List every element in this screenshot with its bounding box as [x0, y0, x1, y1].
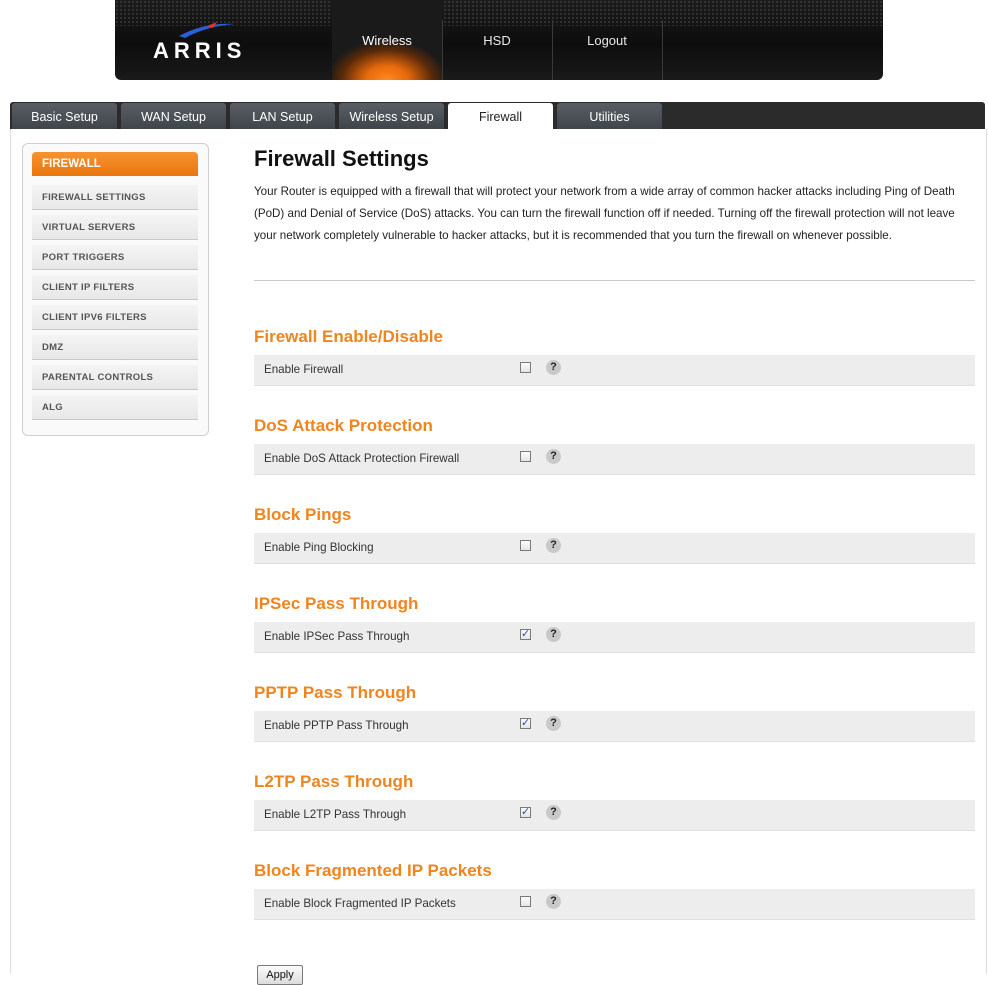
setting-row-fragmented: Enable Block Fragmented IP Packets ?: [254, 889, 975, 920]
section-title-fragmented: Block Fragmented IP Packets: [254, 861, 492, 880]
topnav-logout[interactable]: Logout: [552, 0, 662, 80]
setting-label: Enable Firewall: [264, 363, 344, 376]
setting-label: Enable L2TP Pass Through: [264, 808, 407, 821]
enable-pptp-checkbox[interactable]: [520, 716, 531, 730]
topnav-hsd[interactable]: HSD: [442, 0, 552, 80]
setting-row-ipsec: Enable IPSec Pass Through ?: [254, 622, 975, 653]
setting-row-firewall: Enable Firewall ?: [254, 355, 975, 386]
help-icon[interactable]: ?: [546, 716, 561, 731]
arris-logo: ARRIS: [153, 38, 247, 63]
enable-ping-blocking-checkbox[interactable]: [520, 540, 531, 551]
section-title-firewall: Firewall Enable/Disable: [254, 327, 443, 346]
setting-label: Enable Block Fragmented IP Packets: [264, 897, 456, 910]
enable-l2tp-checkbox[interactable]: [520, 805, 531, 819]
apply-button[interactable]: Apply: [257, 965, 303, 985]
topnav-wireless[interactable]: Wireless: [332, 0, 442, 80]
setting-row-dos: Enable DoS Attack Protection Firewall ?: [254, 444, 975, 475]
setting-label: Enable PPTP Pass Through: [264, 719, 409, 732]
sidebar-item-client-ip-filters[interactable]: CLIENT IP FILTERS: [32, 275, 198, 300]
sidebar: FIREWALL FIREWALL SETTINGS VIRTUAL SERVE…: [22, 143, 209, 436]
enable-firewall-checkbox[interactable]: [520, 362, 531, 373]
tab-lan-setup[interactable]: LAN Setup: [230, 103, 335, 130]
sidebar-item-port-triggers[interactable]: PORT TRIGGERS: [32, 245, 198, 270]
help-icon[interactable]: ?: [546, 449, 561, 464]
tab-basic-setup[interactable]: Basic Setup: [12, 103, 117, 130]
sidebar-header: FIREWALL: [32, 152, 198, 176]
sidebar-item-virtual-servers[interactable]: VIRTUAL SERVERS: [32, 215, 198, 240]
sidebar-item-client-ipv6-filters[interactable]: CLIENT IPV6 FILTERS: [32, 305, 198, 330]
page-title: Firewall Settings: [254, 146, 429, 171]
tab-utilities[interactable]: Utilities: [557, 103, 662, 130]
tab-bar: Basic Setup WAN Setup LAN Setup Wireless…: [10, 102, 985, 131]
arris-swoosh-icon: [179, 22, 235, 38]
help-icon[interactable]: ?: [546, 360, 561, 375]
tab-wireless-setup[interactable]: Wireless Setup: [339, 103, 444, 130]
section-title-pptp: PPTP Pass Through: [254, 683, 417, 702]
help-icon[interactable]: ?: [546, 627, 561, 642]
intro-text: Your Router is equipped with a firewall …: [254, 185, 955, 242]
sidebar-item-parental-controls[interactable]: PARENTAL CONTROLS: [32, 365, 198, 390]
setting-row-pptp: Enable PPTP Pass Through ?: [254, 711, 975, 742]
tab-wan-setup[interactable]: WAN Setup: [121, 103, 226, 130]
enable-block-fragmented-checkbox[interactable]: [520, 896, 531, 907]
section-title-block-pings: Block Pings: [254, 505, 352, 524]
topnav-divider: [662, 20, 663, 80]
tab-firewall[interactable]: Firewall: [448, 103, 553, 131]
setting-label: Enable IPSec Pass Through: [264, 630, 410, 643]
setting-row-block-pings: Enable Ping Blocking ?: [254, 533, 975, 564]
setting-label: Enable Ping Blocking: [264, 541, 374, 554]
help-icon[interactable]: ?: [546, 805, 561, 820]
setting-row-l2tp: Enable L2TP Pass Through ?: [254, 800, 975, 831]
section-title-ipsec: IPSec Pass Through: [254, 594, 419, 613]
section-title-l2tp: L2TP Pass Through: [254, 772, 414, 791]
sidebar-item-alg[interactable]: ALG: [32, 395, 198, 420]
sidebar-item-firewall-settings[interactable]: FIREWALL SETTINGS: [32, 185, 198, 210]
section-title-dos: DoS Attack Protection: [254, 416, 433, 435]
divider: [254, 280, 975, 281]
help-icon[interactable]: ?: [546, 538, 561, 553]
enable-ipsec-checkbox[interactable]: [520, 627, 531, 641]
enable-dos-protection-checkbox[interactable]: [520, 451, 531, 462]
sidebar-item-dmz[interactable]: DMZ: [32, 335, 198, 360]
setting-label: Enable DoS Attack Protection Firewall: [264, 452, 460, 465]
header-banner: ARRIS Wireless HSD Logout: [115, 0, 883, 80]
help-icon[interactable]: ?: [546, 894, 561, 909]
